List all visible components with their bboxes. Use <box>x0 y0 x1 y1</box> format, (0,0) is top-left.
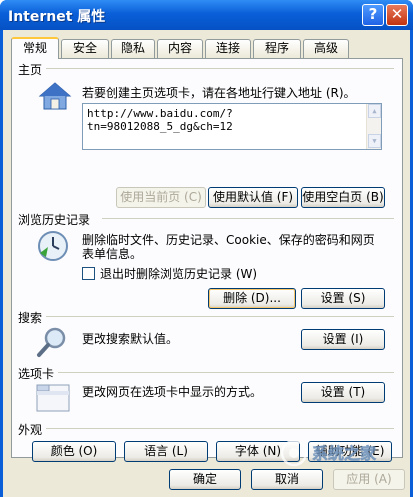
general-tab-panel: 主页 若要创建主页选项卡，请在各地址行键入地址 (R)。 http://www.… <box>11 58 403 462</box>
divider <box>42 68 394 69</box>
history-description-line2: 表单信息。 <box>82 247 143 261</box>
tab-content[interactable]: 内容 <box>157 39 203 58</box>
watermark-logo: 系统之家 <box>280 438 407 468</box>
history-settings-button[interactable]: 设置 (S) <box>301 288 385 309</box>
tabbed-window-icon <box>36 381 70 416</box>
search-description: 更改搜索默认值。 <box>82 332 179 346</box>
history-description-line1: 删除临时文件、历史记录、Cookie、保存的密码和网页 <box>82 233 375 247</box>
magnifier-icon <box>36 325 70 362</box>
window-title: Internet 属性 <box>8 9 106 25</box>
scroll-up-arrow-icon[interactable]: ▲ <box>368 104 381 118</box>
tab-security[interactable]: 安全 <box>61 39 109 58</box>
cancel-button[interactable]: 取消 <box>251 469 323 490</box>
tab-advanced[interactable]: 高级 <box>303 39 349 58</box>
watermark-text: 系统之家 <box>312 444 377 463</box>
tab-privacy[interactable]: 隐私 <box>111 39 155 58</box>
appearance-section-title: 外观 <box>18 421 47 438</box>
title-bar[interactable]: Internet 属性 ? ✕ <box>0 0 413 30</box>
divider <box>46 428 394 429</box>
tabs-section-title: 选项卡 <box>18 365 59 382</box>
close-button[interactable]: ✕ <box>386 4 408 26</box>
house-icon <box>38 81 72 114</box>
dialog-button-bar: 确定 取消 应用 (A) <box>3 464 410 497</box>
divider <box>58 372 394 373</box>
tab-general[interactable]: 常规 <box>11 37 59 59</box>
delete-on-exit-checkbox[interactable] <box>82 267 95 280</box>
delete-on-exit-label[interactable]: 退出时删除浏览历史记录 (W) <box>100 267 257 281</box>
delete-history-button[interactable]: 删除 (D)... <box>208 288 296 309</box>
divider <box>102 218 394 219</box>
divider <box>46 316 394 317</box>
home-description: 若要创建主页选项卡，请在各地址行键入地址 (R)。 <box>82 86 356 100</box>
dialog-client: 常规 安全 隐私 内容 连接 程序 高级 主页 若要创建主页选项卡，请在各地址行… <box>3 30 410 497</box>
history-clock-icon <box>36 229 70 266</box>
languages-button[interactable]: 语言 (L) <box>124 441 208 462</box>
colors-button[interactable]: 颜色 (O) <box>32 441 116 462</box>
history-section-title: 浏览历史记录 <box>18 211 95 228</box>
tab-programs[interactable]: 程序 <box>253 39 301 58</box>
tabs-settings-button[interactable]: 设置 (T) <box>301 382 385 403</box>
scroll-down-arrow-icon[interactable]: ▼ <box>368 134 381 148</box>
home-section-title: 主页 <box>18 61 47 78</box>
home-url-textarea[interactable]: http://www.baidu.com/?tn=98012088_5_dg&c… <box>82 103 382 150</box>
apply-button[interactable]: 应用 (A) <box>333 469 405 490</box>
use-current-button[interactable]: 使用当前页 (C) <box>116 187 206 208</box>
search-settings-button[interactable]: 设置 (I) <box>301 329 385 350</box>
url-scrollbar[interactable]: ▲ ▼ <box>366 104 381 149</box>
dialog-window: Internet 属性 ? ✕ 常规 安全 隐私 内容 连接 程序 高级 主页 <box>0 0 413 497</box>
help-button[interactable]: ? <box>362 4 384 26</box>
use-default-button[interactable]: 使用默认值 (F) <box>208 187 298 208</box>
tabs-description: 更改网页在选项卡中显示的方式。 <box>82 385 263 399</box>
home-url-value: http://www.baidu.com/?tn=98012088_5_dg&c… <box>87 107 233 133</box>
ok-button[interactable]: 确定 <box>169 469 241 490</box>
tab-connections[interactable]: 连接 <box>205 39 251 58</box>
search-section-title: 搜索 <box>18 309 47 326</box>
use-blank-button[interactable]: 使用空白页 (B) <box>301 187 385 208</box>
